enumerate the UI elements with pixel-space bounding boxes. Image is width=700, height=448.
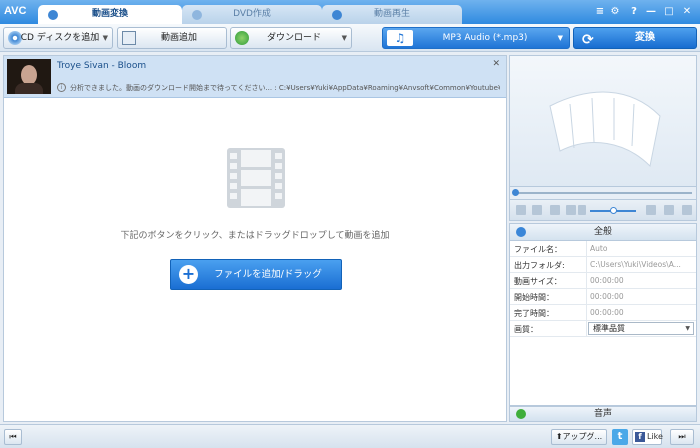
add-video-button[interactable]: 動画追加 [117, 27, 227, 49]
file-title: Troye Sivan - Bloom [57, 61, 147, 71]
drop-hint: 下記のボタンをクリック、またはドラッグドロップして動画を追加 [120, 231, 390, 241]
next-icon[interactable]: ⏭ [670, 429, 694, 445]
video-thumbnail [7, 59, 51, 94]
prop-row-video-size[interactable]: 動画サイズ： 00:00:00 [510, 273, 696, 289]
convert-button[interactable]: ⟳ 変換 [573, 27, 697, 49]
menu-icon[interactable]: ≡ [593, 5, 607, 19]
volume-icon[interactable] [578, 205, 586, 215]
chevron-down-icon: ▼ [557, 34, 563, 42]
seek-handle[interactable] [512, 189, 519, 196]
download-button[interactable]: ダウンロード ▼ [230, 27, 352, 49]
status-bar: ⏮ ⬆アップグ... t f Like ⏭ [0, 424, 700, 448]
gear-icon[interactable]: ⚙ [608, 5, 622, 19]
music-note-icon: ♫ [387, 30, 413, 46]
prop-row-filename[interactable]: ファイル名： Auto [510, 241, 696, 257]
up-arrow-icon: ⬆ [555, 432, 563, 441]
list-item[interactable]: Troye Sivan - Bloom i 分析できました。動画のダウンロード開… [4, 56, 506, 98]
file-status: 分析できました。動画のダウンロード開始まで待ってください... : C:¥Use… [70, 84, 500, 92]
tab-video-convert[interactable]: 動画変換 [38, 5, 182, 24]
player-controls [509, 199, 697, 221]
tab-dvd-create[interactable]: DVD作成 [182, 5, 322, 24]
add-cd-button[interactable]: CD ディスクを追加 ▼ [3, 27, 113, 49]
chevron-down-icon: ▼ [685, 325, 690, 332]
video-preview [509, 55, 697, 187]
minimize-button[interactable]: — [644, 5, 658, 19]
prop-row-output-folder[interactable]: 出力フォルダ: C:\Users\Yuki\Videos\A... [510, 257, 696, 273]
upgrade-button[interactable]: ⬆アップグ... [551, 429, 607, 445]
volume-handle[interactable] [610, 207, 617, 214]
snapshot-icon[interactable] [550, 205, 560, 215]
general-icon [516, 227, 526, 237]
stop-icon[interactable] [532, 205, 542, 215]
tab-video-play[interactable]: 動画再生 [322, 5, 462, 24]
remove-file-icon[interactable]: ✕ [492, 59, 500, 69]
general-section-header[interactable]: 全般 [510, 224, 696, 241]
chevron-down-icon[interactable]: ▼ [103, 28, 108, 48]
title-bar: AVC 動画変換 DVD作成 動画再生 ≡ ⚙ ? — □ ✕ [0, 0, 700, 24]
folder-icon[interactable] [566, 205, 576, 215]
file-list-panel[interactable]: Troye Sivan - Bloom i 分析できました。動画のダウンロード開… [3, 55, 507, 422]
maximize-button[interactable]: □ [662, 5, 676, 19]
seek-bar[interactable] [509, 187, 697, 199]
prop-row-start-time[interactable]: 開始時間： 00:00:00 [510, 289, 696, 305]
film-reel-decoration [549, 91, 661, 168]
refresh-icon: ⟳ [582, 32, 594, 48]
facebook-icon: f [635, 432, 645, 442]
prev-icon[interactable]: ⏮ [4, 429, 22, 445]
twitter-icon[interactable]: t [612, 429, 628, 445]
audio-icon [516, 409, 526, 419]
clip-icon[interactable] [664, 205, 674, 215]
audio-section-header[interactable]: 音声 [509, 406, 697, 422]
close-button[interactable]: ✕ [680, 5, 694, 19]
prop-row-quality[interactable]: 画質： 標準品質 ▼ [510, 321, 696, 337]
output-format-select[interactable]: ♫ MP3 Audio (*.mp3) ▼ [382, 27, 570, 49]
quality-select[interactable]: 標準品質 ▼ [588, 322, 694, 335]
app-logo: AVC [4, 5, 27, 17]
wrench-icon[interactable] [682, 205, 692, 215]
properties-panel: 全般 ファイル名： Auto 出力フォルダ: C:\Users\Yuki\Vid… [509, 223, 697, 406]
chevron-down-icon[interactable]: ▼ [342, 28, 347, 48]
info-icon: i [57, 83, 66, 92]
film-strip-icon [227, 148, 285, 208]
crop-icon[interactable] [646, 205, 656, 215]
help-button[interactable]: ? [627, 5, 641, 19]
prop-row-end-time[interactable]: 完了時間： 00:00:00 [510, 305, 696, 321]
add-file-button[interactable]: + ファイルを追加/ドラッグ [170, 259, 342, 290]
play-icon[interactable] [516, 205, 526, 215]
toolbar: CD ディスクを追加 ▼ 動画追加 ダウンロード ▼ ♫ MP3 Audio (… [0, 24, 700, 52]
facebook-like-button[interactable]: f Like [632, 429, 663, 445]
